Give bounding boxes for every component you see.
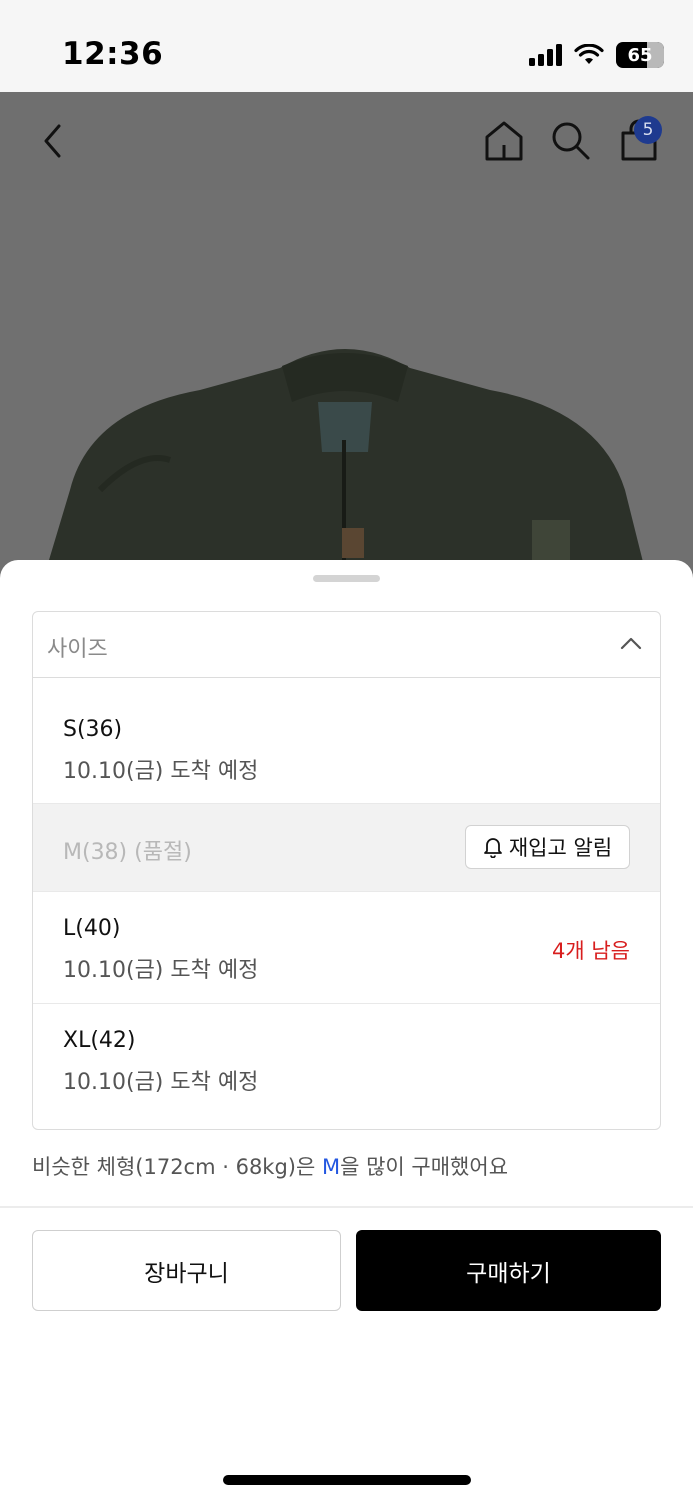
size-dropdown: 사이즈 S(36) 10.10(금) 도착 예정 M(38) (품절) 재입고 … [32,611,661,1130]
bell-icon [483,838,502,858]
home-icon[interactable] [483,119,525,163]
product-image [0,190,693,590]
restock-alert-label: 재입고 알림 [508,836,613,860]
recommended-size: M [321,1155,341,1179]
size-option-label: L(40) [63,916,121,941]
delivery-estimate: 10.10(금) 도착 예정 [63,759,259,784]
delivery-estimate: 10.10(금) 도착 예정 [63,958,259,983]
screen: 12:36 65 5 사이즈 S(36) 10.10(금) 도착 예정 M(38… [0,0,693,1500]
size-option-label: M(38) (품절) [63,840,192,865]
cellular-signal-icon [529,44,562,66]
size-option-label: XL(42) [63,1028,136,1053]
home-indicator[interactable] [223,1475,471,1485]
cart-count-badge: 5 [634,116,662,144]
search-icon[interactable] [550,119,592,163]
battery-icon: 65 [616,42,664,68]
chevron-left-icon[interactable] [40,122,66,160]
status-time: 12:36 [62,36,164,72]
divider [0,1206,693,1208]
top-navigation [0,92,693,190]
size-option-xl[interactable]: XL(42) 10.10(금) 도착 예정 [33,1004,660,1129]
size-select-header[interactable]: 사이즈 [33,612,660,678]
battery-group: 65 [616,42,664,68]
status-icons: 65 [529,40,664,70]
restock-alert-button[interactable]: 재입고 알림 [465,825,630,869]
low-stock-note: 4개 남음 [552,939,630,963]
recommendation-prefix: 비슷한 체형(172cm · 68kg)은 [32,1155,322,1179]
buy-now-button[interactable]: 구매하기 [356,1230,661,1311]
recommendation-suffix: 을 많이 구매했어요 [340,1155,509,1179]
delivery-estimate: 10.10(금) 도착 예정 [63,1070,259,1095]
size-option-l[interactable]: L(40) 10.10(금) 도착 예정 4개 남음 [33,892,660,1004]
size-select-placeholder: 사이즈 [47,637,108,662]
size-option-s[interactable]: S(36) 10.10(금) 도착 예정 [33,678,660,804]
add-to-cart-button[interactable]: 장바구니 [32,1230,341,1311]
wifi-icon [574,44,604,64]
sheet-drag-handle[interactable] [313,575,380,582]
jacket-image [40,349,650,590]
status-bar: 12:36 65 [0,0,693,92]
size-option-label: S(36) [63,717,123,742]
size-recommendation: 비슷한 체형(172cm · 68kg)은 M을 많이 구매했어요 [32,1151,508,1181]
battery-level: 65 [627,44,653,66]
size-option-m-sold-out: M(38) (품절) 재입고 알림 [33,804,660,892]
size-bottom-sheet: 사이즈 S(36) 10.10(금) 도착 예정 M(38) (품절) 재입고 … [0,560,693,1500]
chevron-up-icon [620,637,642,650]
